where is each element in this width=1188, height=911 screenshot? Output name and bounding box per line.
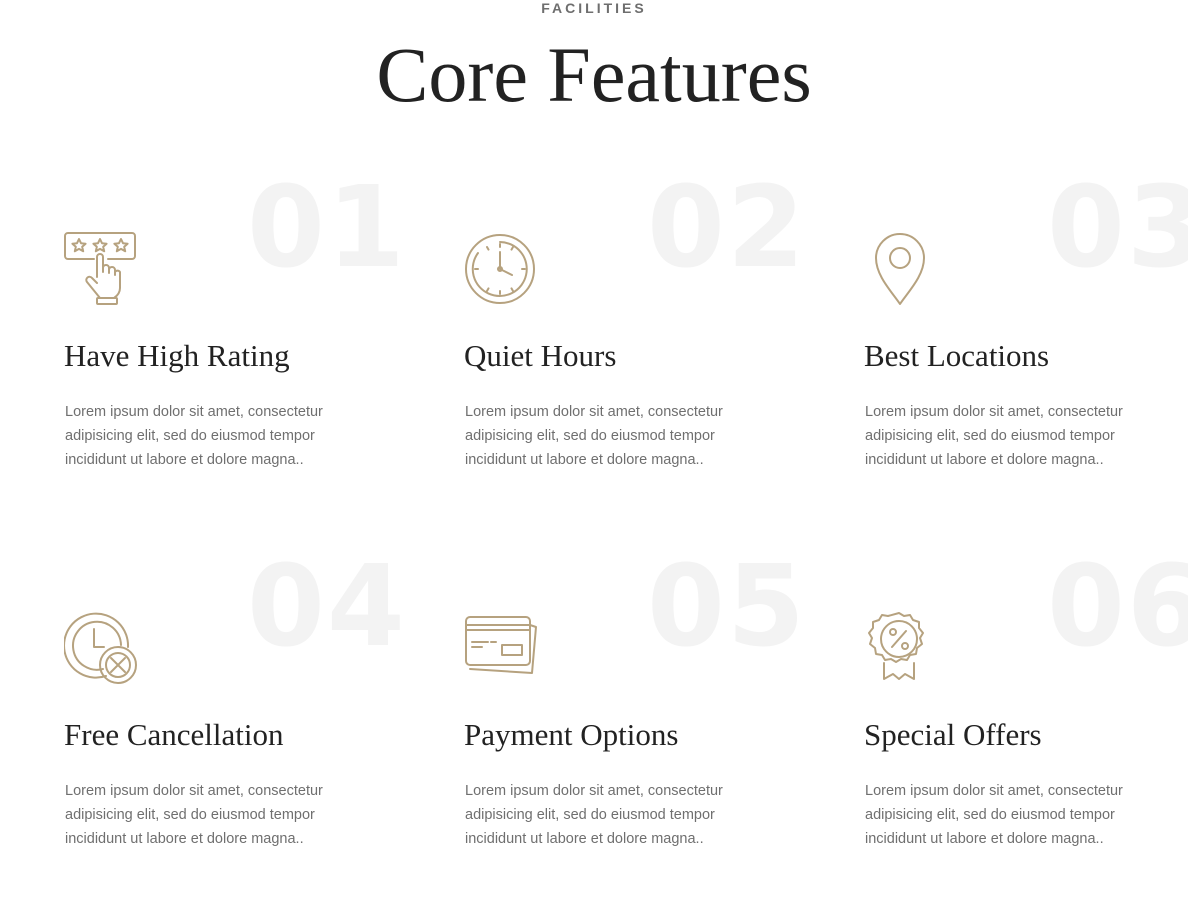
feature-number: 03 bbox=[1047, 163, 1188, 293]
feature-description: Lorem ipsum dolor sit amet, consectetur … bbox=[65, 404, 323, 468]
feature-description: Lorem ipsum dolor sit amet, consectetur … bbox=[465, 404, 723, 468]
star-rating-hand-icon bbox=[64, 232, 138, 306]
feature-description: Lorem ipsum dolor sit amet, consectetur … bbox=[865, 404, 1123, 468]
feature-title: Best Locations bbox=[864, 338, 1050, 373]
feature-title: Quiet Hours bbox=[464, 338, 617, 373]
feature-number: 05 bbox=[647, 542, 807, 672]
section-title: Core Features bbox=[376, 31, 812, 118]
feature-card: 01 Have High Rating Lorem ipsum dolor si… bbox=[64, 172, 464, 532]
feature-number: 02 bbox=[647, 163, 807, 293]
feature-number: 04 bbox=[247, 542, 407, 672]
feature-card: 02 Quiet Hours Lorem ipsum dolor sit ame… bbox=[464, 172, 864, 532]
feature-title: Payment Options bbox=[464, 717, 679, 752]
clock-cancel-icon bbox=[64, 611, 138, 685]
feature-card: 05 Payment Options Lorem ipsum dolor sit… bbox=[464, 551, 864, 911]
feature-description: Lorem ipsum dolor sit amet, consectetur … bbox=[865, 783, 1123, 847]
feature-title: Special Offers bbox=[864, 717, 1042, 752]
feature-number: 06 bbox=[1047, 542, 1188, 672]
feature-card: 06 Special Offers Lorem ipsum dolor sit … bbox=[864, 551, 1188, 911]
location-pin-icon bbox=[864, 232, 938, 306]
discount-badge-icon bbox=[864, 611, 938, 685]
feature-card: 04 Free Cancellation Lorem ipsum dolor s… bbox=[64, 551, 464, 911]
section-eyebrow: FACILITIES bbox=[541, 0, 647, 16]
credit-card-icon bbox=[464, 611, 538, 685]
feature-title: Free Cancellation bbox=[64, 717, 284, 752]
clock-icon bbox=[464, 232, 538, 306]
feature-description: Lorem ipsum dolor sit amet, consectetur … bbox=[65, 783, 323, 847]
feature-number: 01 bbox=[247, 163, 407, 293]
feature-title: Have High Rating bbox=[64, 338, 290, 373]
feature-card: 03 Best Locations Lorem ipsum dolor sit … bbox=[864, 172, 1188, 532]
feature-description: Lorem ipsum dolor sit amet, consectetur … bbox=[465, 783, 723, 847]
features-section: FACILITIES Core Features 01 Have High Ra… bbox=[0, 0, 1188, 911]
